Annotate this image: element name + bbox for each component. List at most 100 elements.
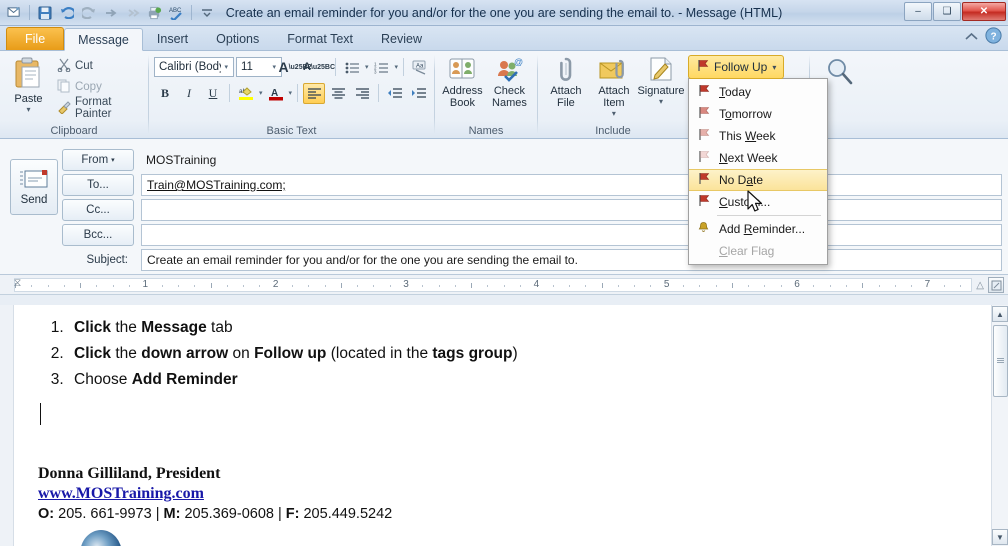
scroll-up-button[interactable]: ▲ [992, 306, 1008, 322]
tab-message[interactable]: Message [64, 28, 143, 51]
ruler-tick [601, 283, 603, 288]
paste-button[interactable]: Paste ▾ [5, 54, 52, 117]
scroll-down-button[interactable]: ▼ [992, 529, 1008, 545]
from-button[interactable]: From ▾ [62, 149, 134, 171]
bold-button[interactable]: B [154, 83, 176, 104]
redo-icon[interactable] [78, 3, 99, 23]
help-icon[interactable]: ? [985, 27, 1002, 47]
flag-icon [696, 59, 709, 75]
tab-format-text[interactable]: Format Text [273, 27, 367, 50]
signature-caret-icon[interactable]: ▾ [659, 97, 663, 106]
ruler-corner-button[interactable] [988, 277, 1004, 293]
numbering-caret-icon[interactable]: ▾ [395, 63, 399, 71]
to-button[interactable]: To... [62, 174, 134, 196]
format-painter-button[interactable]: Format Painter [52, 96, 143, 120]
send-button[interactable]: Send [10, 159, 58, 215]
bcc-button[interactable]: Bcc... [62, 224, 134, 246]
save-icon[interactable] [34, 3, 55, 23]
paste-caret-icon[interactable]: ▾ [26, 105, 30, 114]
close-button[interactable]: ✕ [962, 2, 1006, 21]
cc-button[interactable]: Cc... [62, 199, 134, 221]
ruler-tab-marker[interactable]: △ [976, 280, 984, 291]
to-row: To... Train@MOSTraining.com; [62, 174, 1002, 196]
company-logo [80, 530, 122, 546]
previous-item-icon[interactable] [100, 3, 121, 23]
send-receive-icon[interactable] [4, 3, 25, 23]
send-column: Send [6, 147, 62, 270]
align-center-button[interactable] [327, 83, 349, 104]
next-item-icon[interactable] [122, 3, 143, 23]
underline-button[interactable]: U [202, 83, 224, 104]
vertical-scrollbar[interactable]: ▲ ▼ [991, 305, 1008, 546]
shrink-font-button[interactable]: A \u25BC [303, 57, 335, 78]
follow-up-dropdown-menu[interactable]: Today Tomorrow This Week Next Week No Da… [688, 78, 828, 265]
numbering-button[interactable]: 123 [371, 57, 393, 78]
increase-indent-button[interactable] [408, 83, 430, 104]
menu-item-custom[interactable]: Custom... [689, 191, 827, 213]
restore-button[interactable]: ❑ [933, 2, 961, 21]
font-color-button[interactable]: A [265, 83, 287, 104]
menu-item-next-week[interactable]: Next Week [689, 147, 827, 169]
print-preview-icon[interactable] [144, 3, 165, 23]
decrease-indent-button[interactable] [384, 83, 406, 104]
indent-marker[interactable]: ⧖ [12, 277, 23, 292]
scissors-icon [57, 58, 71, 75]
cut-button[interactable]: Cut [52, 56, 143, 76]
bell-icon [695, 221, 712, 237]
check-names-button[interactable]: @ Check Names [487, 54, 532, 112]
copy-button[interactable]: Copy [52, 77, 143, 97]
ruler[interactable]: 1 2 3 4 5 6 7 ⧖ △ [0, 275, 1008, 295]
follow-up-caret-icon[interactable]: ▾ [772, 63, 776, 72]
ruler-dot [568, 285, 570, 287]
address-book-button[interactable]: Address Book [440, 54, 485, 112]
highlight-caret-icon[interactable]: ▾ [259, 89, 263, 97]
align-right-button[interactable] [351, 83, 373, 104]
message-body[interactable]: Click the Message tab Click the down arr… [14, 305, 991, 546]
paintbrush-icon [57, 100, 71, 117]
window-controls[interactable]: – ❑ ✕ [904, 2, 1006, 21]
scrollbar-track[interactable] [993, 397, 1008, 528]
signature-website-link[interactable]: www.MOSTraining.com [38, 485, 973, 503]
signature-button[interactable]: Signature ▾ [637, 54, 685, 109]
attach-file-button[interactable]: Attach File [543, 54, 589, 112]
quick-access-toolbar[interactable]: ABC [0, 3, 217, 23]
ruler-number: 3 [403, 279, 409, 290]
tab-options[interactable]: Options [202, 27, 273, 50]
menu-item-add-reminder[interactable]: Add Reminder... [689, 218, 827, 240]
to-input[interactable]: Train@MOSTraining.com; [141, 174, 1002, 196]
clear-formatting-button[interactable]: Aa [409, 57, 431, 78]
tab-review[interactable]: Review [367, 27, 436, 50]
minimize-button[interactable]: – [904, 2, 932, 21]
from-caret-icon[interactable]: ▾ [111, 156, 115, 164]
italic-button[interactable]: I [178, 83, 200, 104]
ruler-dot [308, 285, 310, 287]
scrollbar-thumb[interactable] [992, 325, 1008, 397]
bcc-input[interactable] [141, 224, 1002, 246]
attach-item-button[interactable]: Attach Item ▾ [590, 54, 638, 121]
menu-item-tomorrow[interactable]: Tomorrow [689, 103, 827, 125]
highlight-button[interactable]: ab [235, 83, 257, 104]
customize-qat-icon[interactable] [196, 3, 217, 23]
menu-item-today[interactable]: Today [689, 81, 827, 103]
menu-item-no-date[interactable]: No Date [689, 169, 827, 191]
menu-label-tomorrow: morrow [731, 107, 772, 121]
check-names-label: Check Names [492, 85, 527, 109]
spelling-icon[interactable]: ABC [166, 3, 187, 23]
align-left-button[interactable] [303, 82, 326, 104]
tab-insert[interactable]: Insert [143, 27, 202, 50]
attach-item-caret-icon[interactable]: ▾ [612, 109, 616, 118]
bullets-button[interactable] [341, 57, 363, 78]
minimize-ribbon-icon[interactable] [964, 30, 979, 45]
follow-up-button[interactable]: Follow Up ▾ [688, 55, 785, 79]
font-name-combo[interactable]: Calibri (Body) ▾ [154, 57, 234, 77]
font-name-caret-icon[interactable]: ▾ [221, 63, 231, 71]
undo-icon[interactable] [56, 3, 77, 23]
menu-item-this-week[interactable]: This Week [689, 125, 827, 147]
font-size-combo[interactable]: 11 ▾ [236, 57, 282, 77]
cc-input[interactable] [141, 199, 1002, 221]
bullets-caret-icon[interactable]: ▾ [365, 63, 369, 71]
font-color-caret-icon[interactable]: ▾ [289, 89, 293, 97]
tab-file[interactable]: File [6, 27, 65, 50]
subject-input[interactable]: Create an email reminder for you and/or … [141, 249, 1002, 271]
ruler-track[interactable]: 1 2 3 4 5 6 7 [14, 278, 972, 292]
